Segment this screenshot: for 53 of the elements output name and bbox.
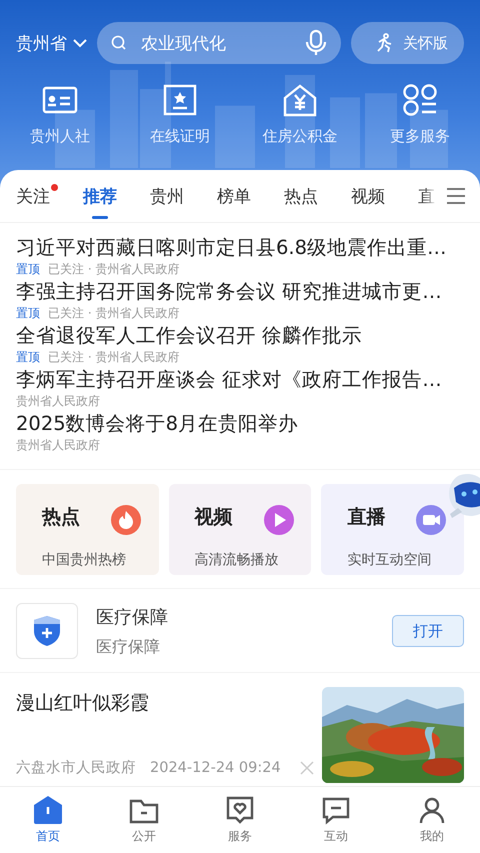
article-title[interactable]: 漫山红叶似彩霞: [16, 690, 322, 716]
card-subtitle: 实时互动空间: [347, 550, 432, 570]
card-title: 热点: [42, 505, 81, 530]
open-button[interactable]: 打开: [392, 615, 464, 647]
feature-card[interactable]: 热点 中国贵州热榜: [16, 484, 159, 575]
news-title[interactable]: 2025数博会将于8月在贵阳举办: [16, 411, 464, 437]
card-title: 视频: [194, 505, 234, 530]
article-source: 六盘水市人民政府: [16, 758, 136, 777]
news-title[interactable]: 全省退役军人工作会议召开 徐麟作批示: [16, 323, 464, 349]
chevron-down-icon: [73, 38, 87, 48]
news-source: 已关注 · 贵州省人民政府: [48, 305, 180, 321]
chat-icon: [321, 795, 351, 825]
news-source: 贵州省人民政府: [16, 437, 100, 453]
pinned-label: 置顶: [16, 261, 40, 277]
pinned-label: 置顶: [16, 349, 40, 365]
nav-tab[interactable]: 互动: [288, 787, 384, 853]
pinned-label: 置顶: [16, 305, 40, 321]
user-icon: [417, 795, 447, 825]
nav-tab[interactable]: 我的: [384, 787, 480, 853]
folder-icon: [128, 797, 160, 825]
card-subtitle: 高清流畅播放: [194, 550, 280, 570]
feature-card[interactable]: 视频 高清流畅播放: [168, 484, 312, 575]
service-icon: [16, 603, 78, 659]
feature-card[interactable]: 直播 实时互动空间: [321, 484, 464, 575]
news-source: 已关注 · 贵州省人民政府: [48, 261, 180, 277]
nav-tab[interactable]: 服务: [192, 787, 288, 853]
search-placeholder: 农业现代化: [141, 32, 227, 54]
category-tab[interactable]: 直: [418, 170, 435, 222]
category-tab[interactable]: 视频: [351, 170, 385, 222]
nav-tab[interactable]: 公开: [96, 787, 192, 853]
house-icon: [282, 83, 318, 117]
nav-tab[interactable]: 首页: [0, 787, 96, 853]
search-icon: [111, 35, 127, 51]
category-tab[interactable]: 贵州: [150, 170, 184, 222]
service-title: 医疗保障: [96, 606, 169, 628]
card-subtitle: 中国贵州热榜: [42, 550, 127, 570]
news-title[interactable]: 习近平对西藏日喀则市定日县6.8级地震作出重…: [16, 235, 464, 261]
card-title: 直播: [347, 505, 386, 530]
category-tab[interactable]: 关注: [16, 170, 58, 222]
news-title[interactable]: 李炳军主持召开座谈会 征求对《政府工作报告…: [16, 367, 464, 393]
category-tab[interactable]: 推荐: [83, 170, 117, 222]
certificate-icon: [163, 83, 197, 117]
category-tab[interactable]: 榜单: [217, 170, 251, 222]
category-tab[interactable]: 热点: [284, 170, 318, 222]
microphone-icon[interactable]: [305, 29, 327, 57]
more-services-icon: [402, 83, 438, 117]
news-source: 贵州省人民政府: [16, 393, 100, 409]
region-selector[interactable]: 贵州省: [16, 32, 87, 54]
news-source: 已关注 · 贵州省人民政府: [48, 349, 180, 365]
article-time: 2024-12-24 09:24: [150, 760, 281, 776]
service-subtitle: 医疗保障: [96, 636, 161, 658]
news-title[interactable]: 李强主持召开国务院常务会议 研究推进城市更…: [16, 279, 464, 305]
heart-icon: [225, 795, 255, 825]
